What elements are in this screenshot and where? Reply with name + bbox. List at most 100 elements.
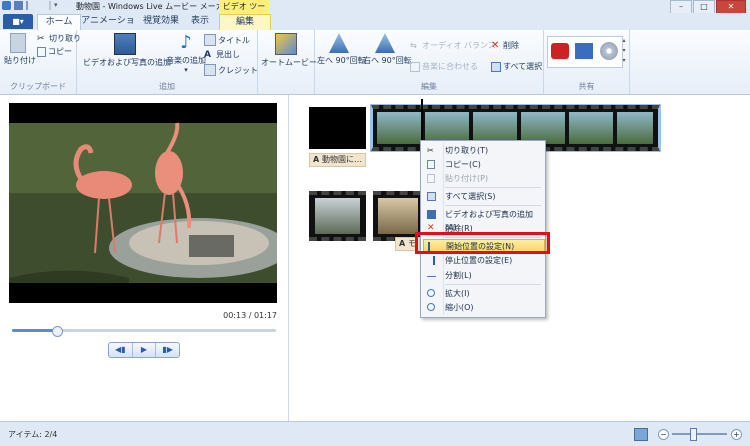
context-menu: ✂ 切り取り(T) コピー(C) 貼り付け(P) すべて選択(S) ビデオおよび… xyxy=(420,140,546,318)
delete-x-icon: ✕ xyxy=(491,39,500,51)
windows-live-icon[interactable] xyxy=(575,43,593,59)
share-group-label: 共有 xyxy=(578,82,595,91)
redo-icon[interactable] xyxy=(40,1,51,10)
maximize-button[interactable]: □ xyxy=(693,0,715,14)
menu-item-set-end-point[interactable]: 停止位置の設定(E) xyxy=(423,254,543,267)
minimize-button[interactable]: – xyxy=(670,0,692,14)
menu-item-split[interactable]: 分割(L) xyxy=(423,269,543,282)
clip-frame xyxy=(315,198,360,234)
delete-button[interactable]: ✕ 削除 xyxy=(491,40,519,51)
seek-bar[interactable] xyxy=(12,326,276,337)
rotate-left-icon xyxy=(329,33,349,53)
clip-frame xyxy=(617,112,653,144)
menu-item-zoom-in[interactable]: 拡大(I) xyxy=(423,287,543,300)
scissors-icon: ✂ xyxy=(427,146,434,155)
playback-controls: ◀▮ ▶ ▮▶ xyxy=(108,342,180,358)
flamingo-frame-image xyxy=(9,103,277,303)
paste-icon xyxy=(10,33,26,53)
undo-icon[interactable] xyxy=(26,1,37,10)
tab-view[interactable]: 表示 xyxy=(186,14,214,30)
menu-item-copy[interactable]: コピー(C) xyxy=(423,158,543,171)
menu-item-cut[interactable]: ✂ 切り取り(T) xyxy=(423,144,543,157)
app-menu-button[interactable]: ■▾ xyxy=(3,14,33,29)
add-group-label: 追加 xyxy=(159,82,175,91)
window-title: 動物園 - Windows Live ムービー メーカー xyxy=(76,2,232,11)
clip-frame xyxy=(377,112,421,144)
set-end-point-icon xyxy=(427,256,435,265)
save-icon[interactable] xyxy=(14,1,23,10)
film-photo-icon xyxy=(114,33,136,55)
video-clip-2[interactable] xyxy=(309,191,366,241)
add-credits-button[interactable]: クレジット xyxy=(204,64,258,76)
add-music-button[interactable]: ♪ 音楽の追加 ▾ xyxy=(166,33,206,75)
menu-separator xyxy=(445,284,541,285)
play-button[interactable]: ▶ xyxy=(133,343,157,357)
automovie-group: オートムービー xyxy=(258,30,317,94)
highlight-annotation-box xyxy=(415,232,550,254)
zoom-slider-handle[interactable] xyxy=(690,428,697,441)
dvd-icon[interactable] xyxy=(600,42,618,60)
context-tab-group-label: ビデオ ツール xyxy=(219,0,269,24)
automovie-button[interactable]: オートムービー xyxy=(261,33,317,68)
credits-icon xyxy=(204,64,216,76)
storyboard-view-icon[interactable] xyxy=(634,428,648,441)
cut-button[interactable]: ✂ 切り取り xyxy=(37,33,81,44)
select-all-button[interactable]: すべて選択 xyxy=(491,61,542,72)
close-button[interactable]: ✕ xyxy=(716,0,746,14)
tab-home[interactable]: ホーム xyxy=(37,14,81,31)
rotate-left-button[interactable]: 左へ 90°回転 xyxy=(317,33,366,66)
customize-qat-icon[interactable]: ▾ xyxy=(54,1,63,10)
next-frame-button[interactable]: ▮▶ xyxy=(156,343,179,357)
fit-to-music-icon xyxy=(410,61,420,72)
ribbon: 貼り付け ✂ 切り取り コピー クリップボード ビデオおよび写真の追加 ♪ 音楽… xyxy=(0,30,750,95)
caption-icon: A xyxy=(204,49,211,60)
tab-visual-effects[interactable]: 視覚効果 xyxy=(138,14,184,30)
zoom-out-icon xyxy=(427,303,435,311)
zoom-out-button[interactable]: − xyxy=(658,429,669,440)
add-caption-button[interactable]: A 見出し xyxy=(204,49,240,60)
tab-edit[interactable]: 編集 xyxy=(219,14,271,31)
menu-item-paste[interactable]: 貼り付け(P) xyxy=(423,172,543,185)
menu-item-select-all[interactable]: すべて選択(S) xyxy=(423,190,543,203)
add-music-dropdown-icon[interactable]: ▾ xyxy=(166,66,206,74)
fit-to-music-button[interactable]: 音楽に合わせる xyxy=(410,61,478,72)
seek-handle[interactable] xyxy=(51,326,63,337)
previous-frame-button[interactable]: ◀▮ xyxy=(109,343,133,357)
menu-item-add-media[interactable]: ビデオおよび写真の追加(A) xyxy=(423,208,543,232)
youtube-icon[interactable] xyxy=(551,43,569,59)
copy-icon xyxy=(37,46,46,57)
copy-button[interactable]: コピー xyxy=(37,46,72,57)
share-gallery-scroll[interactable]: ▴ ▾ ▾ xyxy=(621,36,627,66)
add-group: ビデオおよび写真の追加 ♪ 音楽の追加 ▾ タイトル A 見出し クレジット 追… xyxy=(77,30,258,94)
add-title-button[interactable]: タイトル xyxy=(204,34,250,46)
app-icon xyxy=(2,1,11,10)
menu-separator xyxy=(445,205,541,206)
video-preview[interactable] xyxy=(9,103,277,303)
edit-group: 左へ 90°回転 右へ 90°回転 ⇆ オーディオ バランス 音楽に合わせる ✕… xyxy=(315,30,544,94)
audio-balance-button[interactable]: ⇆ オーディオ バランス xyxy=(410,40,496,51)
share-gallery xyxy=(547,36,623,68)
seek-progress-fill xyxy=(12,329,57,332)
clipboard-group-label: クリップボード xyxy=(10,82,66,91)
clipboard-group: 貼り付け ✂ 切り取り コピー クリップボード xyxy=(0,30,81,94)
menu-item-zoom-out[interactable]: 縮小(O) xyxy=(423,301,543,314)
add-media-button[interactable]: ビデオおよび写真の追加 xyxy=(83,33,171,68)
zoom-in-button[interactable]: + xyxy=(731,429,742,440)
title-icon xyxy=(204,34,216,46)
title-caption-chip[interactable]: A 動物園に… xyxy=(309,153,366,167)
copy-icon xyxy=(427,160,435,169)
video-clip-3[interactable] xyxy=(373,191,421,241)
tab-animations[interactable]: アニメーション xyxy=(80,14,136,41)
zoom-slider-track[interactable] xyxy=(672,433,727,435)
film-photo-icon xyxy=(427,210,436,219)
paste-button[interactable]: 貼り付け xyxy=(4,33,36,66)
status-bar: アイテム: 2/4 − + xyxy=(0,421,750,446)
title-clip[interactable] xyxy=(309,107,366,149)
menu-separator xyxy=(445,187,541,188)
edit-group-label: 編集 xyxy=(421,82,437,91)
paste-icon xyxy=(427,174,435,183)
playback-time: 00:13 / 01:17 xyxy=(223,311,277,320)
select-all-icon xyxy=(427,192,436,201)
rotate-right-button[interactable]: 右へ 90°回転 xyxy=(363,33,412,66)
scissors-icon: ✂ xyxy=(37,33,45,44)
